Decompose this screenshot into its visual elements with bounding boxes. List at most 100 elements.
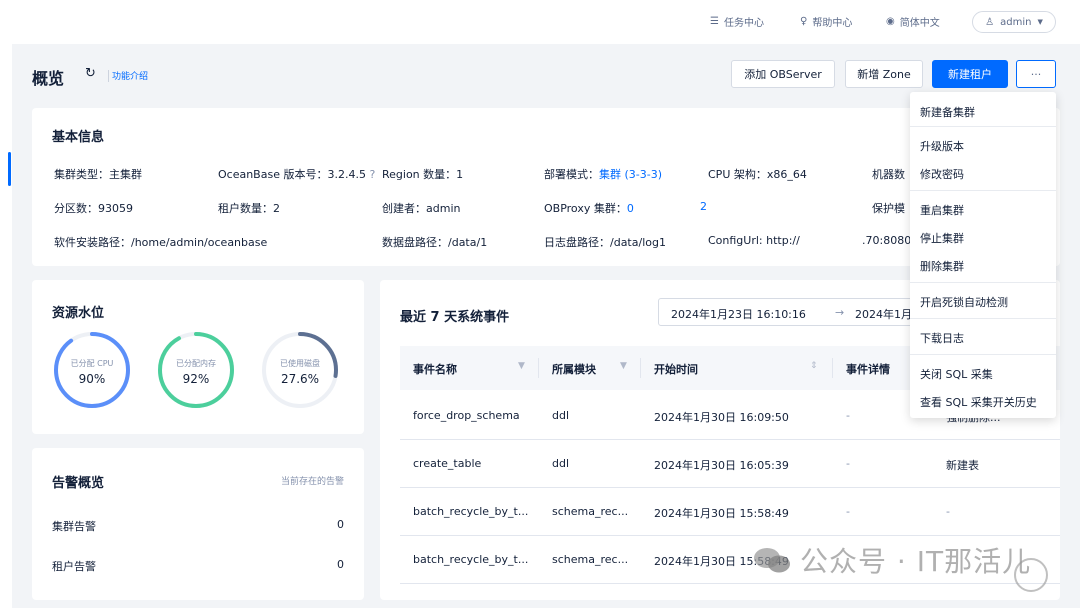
add-zone-button[interactable]: 新增 Zone [845, 60, 923, 88]
event-name: force_drop_schema [413, 409, 520, 422]
menu-item-download-log[interactable]: 下载日志 [920, 330, 964, 346]
help-center-link[interactable]: ♀ 帮助中心 [800, 14, 852, 29]
data-path: 数据盘路径：/data/1 [382, 236, 488, 249]
sort-icon[interactable]: ⇕ [810, 361, 818, 371]
user-menu[interactable]: ♙ admin ▼ [972, 11, 1056, 33]
menu-divider [910, 318, 1056, 319]
help-center-label: 帮助中心 [812, 18, 853, 29]
filter-icon[interactable]: ▼ [620, 361, 627, 371]
intro-link[interactable]: 功能介绍 [112, 69, 148, 82]
machine-count: 机器数 [872, 168, 905, 181]
obproxy-label: OBProxy 集群： [544, 202, 627, 215]
config-url-tail: .70:8080/ [862, 234, 915, 247]
table-row[interactable]: batch_recycle_by_t... schema_rec... 2024… [400, 488, 1060, 536]
basic-info-title: 基本信息 [52, 130, 105, 145]
event-desc: 新建表 [946, 459, 979, 472]
back-to-top-button[interactable] [1014, 558, 1048, 592]
arrow-right-icon: → [835, 306, 845, 319]
menu-divider [910, 126, 1056, 127]
obproxy-extra-link[interactable]: 2 [700, 200, 707, 213]
tenant-alarm-count[interactable]: 0 [337, 558, 344, 571]
date-range-picker[interactable]: 2024年1月23日 16:10:16 → 2024年1月 [658, 298, 918, 326]
new-tenant-button[interactable]: 新建租户 [932, 60, 1008, 88]
ring-gauge [158, 332, 234, 408]
event-module: ddl [552, 457, 570, 470]
cluster-alarm-count[interactable]: 0 [337, 518, 344, 531]
event-time: 2024年1月30日 16:05:39 [654, 459, 789, 472]
ring-progress [158, 332, 234, 408]
task-center-link[interactable]: ☰ 任务中心 [710, 14, 764, 29]
date-end: 2024年1月 [855, 308, 912, 321]
caret-down-icon: ▼ [1037, 18, 1043, 26]
event-desc: - [946, 505, 950, 518]
top-bar: ☰ 任务中心 ♀ 帮助中心 ◉ 简体中文 ♙ admin ▼ [0, 0, 1080, 44]
log-path: 日志盘路径：/data/log1 [544, 236, 666, 249]
ring-label: 已使用磁盘 [280, 359, 320, 368]
user-icon: ♙ [985, 16, 995, 28]
event-name: batch_recycle_by_t... [413, 505, 529, 518]
alarm-title: 告警概览 [52, 476, 105, 491]
col-event-name: 事件名称 [413, 363, 457, 376]
obproxy-extra: 2 [700, 200, 707, 213]
menu-item-stop[interactable]: 停止集群 [920, 230, 964, 246]
menu-item-change-password[interactable]: 修改密码 [920, 166, 964, 182]
event-time: 2024年1月30日 15:58:49 [654, 507, 789, 520]
col-module: 所属模块 [552, 363, 596, 376]
menu-item-delete[interactable]: 删除集群 [920, 258, 964, 274]
obproxy-link[interactable]: 0 [627, 202, 634, 215]
language-switch[interactable]: ◉ 简体中文 [886, 14, 940, 29]
wechat-logo-icon [754, 548, 790, 573]
table-row[interactable]: create_table ddl 2024年1月30日 16:05:39 - 新… [400, 440, 1060, 488]
creator: 创建者：admin [382, 202, 461, 215]
menu-item-restart[interactable]: 重启集群 [920, 202, 964, 218]
deploy-mode-label: 部署模式： [544, 168, 599, 181]
event-module: ddl [552, 409, 570, 422]
refresh-icon[interactable]: ↻ [85, 66, 96, 81]
resource-ring: 已分配 CPU 90% [52, 330, 132, 410]
col-divider [832, 358, 833, 378]
alarm-card: 告警概览 当前存在的告警 集群告警 0 租户告警 0 [32, 448, 364, 600]
menu-item-new-standby[interactable]: 新建备集群 [920, 104, 975, 120]
event-time: 2024年1月30日 16:09:50 [654, 411, 789, 424]
menu-item-upgrade[interactable]: 升级版本 [920, 138, 964, 154]
filter-icon[interactable]: ▼ [518, 361, 525, 371]
install-path: 软件安装路径：/home/admin/oceanbase [54, 236, 268, 249]
events-title: 最近 7 天系统事件 [400, 310, 510, 325]
language-label: 简体中文 [899, 18, 940, 29]
event-name: batch_recycle_by_t... [413, 553, 529, 566]
side-nav-edge [0, 44, 12, 608]
divider [108, 70, 109, 82]
menu-item-deadlock-detect[interactable]: 开启死锁自动检测 [920, 294, 1008, 310]
more-actions-button[interactable]: ··· [1016, 60, 1056, 88]
active-nav-indicator [8, 152, 11, 186]
tenant-alarm-label: 租户告警 [52, 560, 96, 573]
ring-value: 27.6% [280, 372, 320, 386]
config-url: ConfigUrl: http:// [708, 234, 800, 247]
menu-item-sql-collect-history[interactable]: 查看 SQL 采集开关历史 [920, 394, 1037, 410]
watermark-text: 公众号 · IT那活儿 [800, 545, 1032, 578]
globe-icon: ◉ [886, 16, 895, 27]
ring-value: 92% [182, 372, 210, 386]
add-observer-button[interactable]: 添加 OBServer [731, 60, 835, 88]
region-count: Region 数量：1 [382, 168, 464, 181]
col-start-time: 开始时间 [654, 363, 698, 376]
event-module: schema_rec... [552, 505, 629, 518]
ring-value: 90% [78, 372, 106, 386]
col-detail: 事件详情 [846, 363, 890, 376]
cpu-arch: CPU 架构：x86_64 [708, 168, 807, 181]
help-circle-icon[interactable]: ? [369, 168, 375, 181]
event-detail: - [846, 409, 850, 422]
menu-item-close-sql-collect[interactable]: 关闭 SQL 采集 [920, 366, 993, 382]
more-actions-menu: 新建备集群 升级版本 修改密码 重启集群 停止集群 删除集群 开启死锁自动检测 … [910, 92, 1056, 418]
col-divider [538, 358, 539, 378]
deploy-mode-link[interactable]: 集群 (3-3-3) [599, 168, 662, 181]
resource-ring: 已使用磁盘 27.6% [260, 330, 340, 410]
resource-title: 资源水位 [52, 306, 105, 321]
ring-gauge [54, 332, 130, 408]
obproxy-cluster: OBProxy 集群：0 [544, 200, 634, 216]
ring-progress [54, 332, 130, 408]
event-detail: - [846, 505, 850, 518]
resource-ring: 已分配内存 92% [156, 330, 236, 410]
lightbulb-icon: ♀ [800, 16, 808, 27]
menu-divider [910, 354, 1056, 355]
